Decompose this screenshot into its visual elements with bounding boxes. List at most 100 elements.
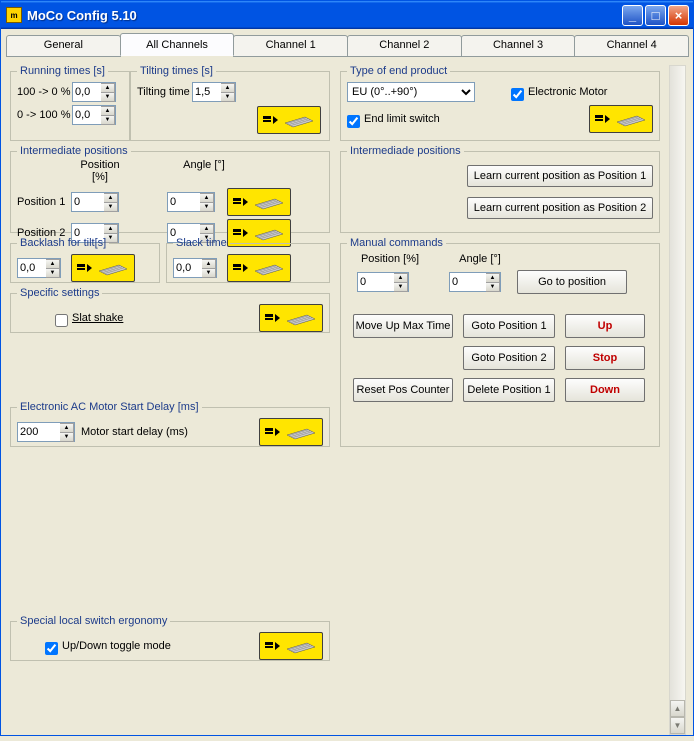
spin-up-icon[interactable]: ▲ [104,193,118,202]
label-pos1: Position 1 [17,196,71,208]
reset-pos-button[interactable]: Reset Pos Counter [353,378,453,402]
apply-special-button[interactable] [259,632,323,660]
app-icon: m [6,7,22,23]
input-tilting[interactable] [193,83,221,101]
spin-up-icon[interactable]: ▲ [394,273,408,282]
spin-down-icon[interactable]: ▼ [104,202,118,212]
spin-down-icon[interactable]: ▼ [60,432,74,442]
tab-all-channels[interactable]: All Channels [120,33,235,56]
close-button[interactable]: × [668,5,689,26]
tab-channel-3[interactable]: Channel 3 [461,35,576,57]
running-legend: Running times [s] [17,65,108,77]
vertical-scrollbar[interactable]: ▲ ▼ [669,65,686,735]
spinner-manual-pos[interactable]: ▲▼ [357,272,409,292]
down-button[interactable]: Down [565,378,645,402]
spin-down-icon[interactable]: ▼ [202,268,216,278]
spinner-manual-ang[interactable]: ▲▼ [449,272,501,292]
spinner-tilting[interactable]: ▲▼ [192,82,236,102]
go-to-position-button[interactable]: Go to position [517,270,627,294]
manual-legend: Manual commands [347,237,446,249]
input-backlash[interactable] [18,259,46,277]
apply-ac-delay-button[interactable] [259,418,323,446]
spin-down-icon[interactable]: ▼ [46,268,60,278]
spinner-pos1-ang[interactable]: ▲▼ [167,192,215,212]
stop-button[interactable]: Stop [565,346,645,370]
up-button[interactable]: Up [565,314,645,338]
spin-down-icon[interactable]: ▼ [394,282,408,292]
tab-general[interactable]: General [6,35,121,57]
learn-positions-group: Intermediade positions Learn current pos… [340,145,660,233]
input-ac-delay[interactable] [18,423,60,441]
spin-up-icon[interactable]: ▲ [200,224,214,233]
label-slat-shake[interactable]: Slat shake [72,312,123,324]
apply-end-product-button[interactable] [589,105,653,133]
checkbox-end-limit[interactable] [347,115,360,128]
input-pos1-ang[interactable] [168,193,200,211]
learn-pos2-button[interactable]: Learn current position as Position 2 [467,197,653,219]
goto-pos2-button[interactable]: Goto Position 2 [463,346,555,370]
running-times-group: Running times [s] 100 -> 0 % ▲▼ 0 -> 100… [10,65,130,141]
spin-up-icon[interactable]: ▲ [202,259,216,268]
spin-up-icon[interactable]: ▲ [101,106,115,115]
spinner-backlash[interactable]: ▲▼ [17,258,61,278]
spinner-100-0[interactable]: ▲▼ [72,82,116,102]
spinner-slack[interactable]: ▲▼ [173,258,217,278]
tab-channel-2[interactable]: Channel 2 [347,35,462,57]
minimize-button[interactable]: _ [622,5,643,26]
scroll-up-icon[interactable]: ▲ [670,700,685,717]
label-end-limit: End limit switch [364,113,440,125]
spinner-pos1-pos[interactable]: ▲▼ [71,192,119,212]
window-title: MoCo Config 5.10 [27,8,620,23]
tab-channel-4[interactable]: Channel 4 [574,35,689,57]
maximize-button[interactable]: □ [645,5,666,26]
content-area: General All Channels Channel 1 Channel 2… [1,35,693,741]
checkbox-slat-shake[interactable] [55,314,68,327]
intpos-pos-header: Position [%] [71,159,129,183]
label-ac-delay: Motor start delay (ms) [81,426,188,438]
apply-slack-button[interactable] [227,254,291,282]
scroll-down-icon[interactable]: ▼ [670,717,685,734]
apply-tilting-button[interactable] [257,106,321,134]
intermediate-positions-group: Intermediate positions Position [%] Angl… [10,145,330,233]
input-manual-pos[interactable] [358,273,394,291]
apply-pos1-button[interactable] [227,188,291,216]
spin-down-icon[interactable]: ▼ [101,92,115,102]
ac-delay-legend: Electronic AC Motor Start Delay [ms] [17,401,202,413]
spin-down-icon[interactable]: ▼ [486,282,500,292]
spinner-0-100[interactable]: ▲▼ [72,105,116,125]
goto-pos1-button[interactable]: Goto Position 1 [463,314,555,338]
special-switch-group: Special local switch ergonomy Up/Down to… [10,615,330,661]
checkbox-updown-toggle[interactable] [45,642,58,655]
spin-up-icon[interactable]: ▲ [221,83,235,92]
manual-ang-header: Angle [°] [455,253,505,265]
move-up-max-button[interactable]: Move Up Max Time [353,314,453,338]
select-region[interactable]: EU (0°..+90°) [347,82,475,102]
checkbox-electronic-motor[interactable] [511,88,524,101]
input-pos1-pos[interactable] [72,193,104,211]
spin-down-icon[interactable]: ▼ [221,92,235,102]
apply-specific-button[interactable] [259,304,323,332]
input-manual-ang[interactable] [450,273,486,291]
slack-group: Slack time ▲▼ [166,237,330,283]
learn-pos1-button[interactable]: Learn current position as Position 1 [467,165,653,187]
input-0-100[interactable] [73,106,101,124]
spin-up-icon[interactable]: ▲ [104,224,118,233]
input-slack[interactable] [174,259,202,277]
ac-delay-group: Electronic AC Motor Start Delay [ms] ▲▼ … [10,401,330,447]
spin-down-icon[interactable]: ▼ [101,115,115,125]
spin-up-icon[interactable]: ▲ [46,259,60,268]
spinner-ac-delay[interactable]: ▲▼ [17,422,75,442]
label-electronic-motor: Electronic Motor [528,86,607,98]
spin-up-icon[interactable]: ▲ [486,273,500,282]
spin-down-icon[interactable]: ▼ [200,202,214,212]
titlebar: m MoCo Config 5.10 _ □ × [1,1,693,29]
input-100-0[interactable] [73,83,101,101]
apply-backlash-button[interactable] [71,254,135,282]
label-tilting: Tilting time [137,86,192,98]
spin-up-icon[interactable]: ▲ [60,423,74,432]
delete-pos1-button[interactable]: Delete Position 1 [463,378,555,402]
spin-up-icon[interactable]: ▲ [101,83,115,92]
tab-channel-1[interactable]: Channel 1 [233,35,348,57]
app-window: m MoCo Config 5.10 _ □ × General All Cha… [0,0,694,736]
spin-up-icon[interactable]: ▲ [200,193,214,202]
